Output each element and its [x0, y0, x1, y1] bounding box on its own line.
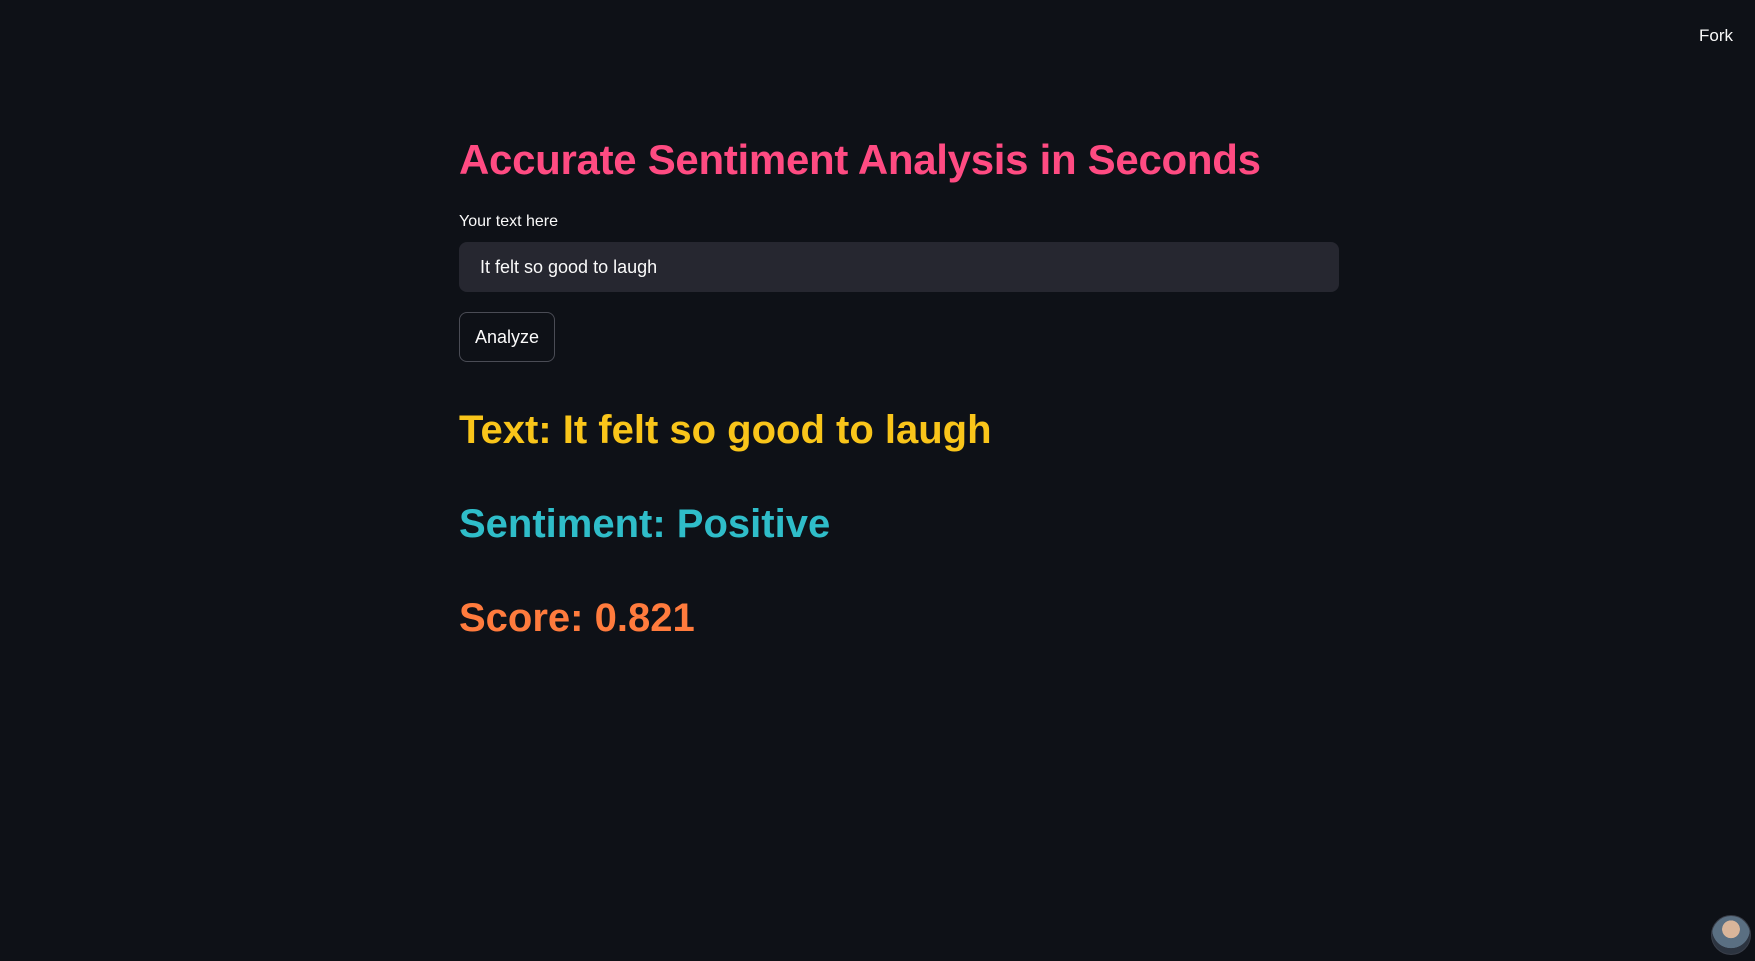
analyze-button[interactable]: Analyze: [459, 312, 556, 362]
result-score-heading: Score: 0.821: [459, 596, 695, 640]
app-root: Fork Accurate Sentiment Analysis in Seco…: [0, 0, 1755, 961]
text-input[interactable]: [459, 242, 1339, 292]
user-avatar-icon[interactable]: [1711, 915, 1751, 955]
result-text-heading: Text: It felt so good to laugh: [459, 408, 992, 452]
page-title: Accurate Sentiment Analysis in Seconds: [459, 136, 1261, 183]
fork-link[interactable]: Fork: [1699, 26, 1733, 46]
text-input-label: Your text here: [459, 213, 559, 230]
result-sentiment-heading: Sentiment: Positive: [459, 502, 831, 546]
